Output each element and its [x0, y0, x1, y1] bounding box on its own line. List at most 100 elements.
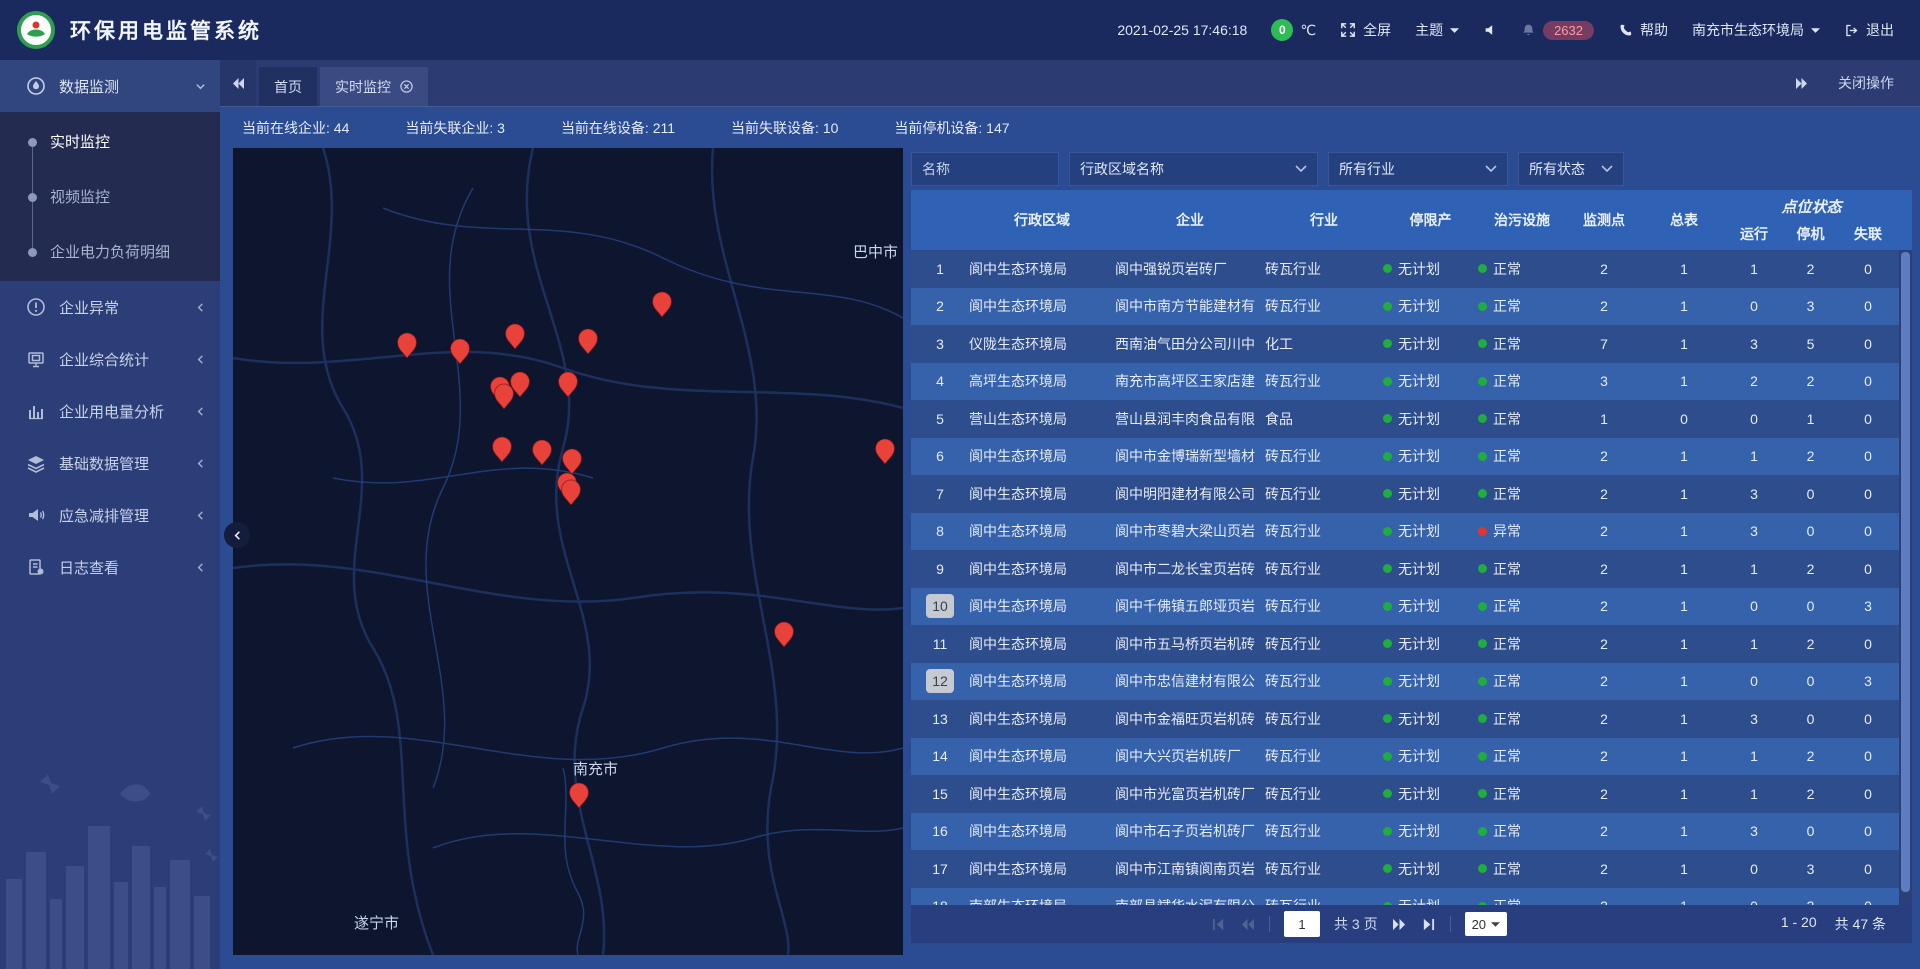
table-row[interactable]: 11阆中生态环境局阆中市五马桥页岩机砖砖瓦行业无计划正常21120 — [911, 625, 1912, 663]
table-row[interactable]: 15阆中生态环境局阆中市光富页岩机砖厂砖瓦行业无计划正常21120 — [911, 775, 1912, 813]
next-pages-button[interactable] — [1392, 918, 1407, 931]
map-city-label: 巴中市 — [853, 244, 898, 261]
cell-facility: 正常 — [1478, 371, 1566, 391]
tab-实时监控[interactable]: 实时监控 — [320, 67, 428, 106]
cell-region: 阆中生态环境局 — [969, 859, 1115, 879]
table-row[interactable]: 8阆中生态环境局阆中市枣碧大梁山页岩砖瓦行业无计划异常21300 — [911, 513, 1912, 551]
sidebar-subitem[interactable]: 视频监控 — [0, 169, 220, 224]
fullscreen-button[interactable]: 全屏 — [1340, 20, 1391, 40]
cell-meters: 1 — [1642, 823, 1726, 839]
sidebar-item-emergency-reduction[interactable]: 应急减排管理 — [0, 489, 220, 541]
cell-enterprise: 营山县润丰肉食品有限 — [1115, 409, 1265, 429]
table-row[interactable]: 16阆中生态环境局阆中市石子页岩机砖厂砖瓦行业无计划正常21300 — [911, 813, 1912, 851]
cell-enterprise: 阆中市金博瑞新型墙材 — [1115, 446, 1265, 466]
cell-points: 2 — [1566, 711, 1642, 727]
first-page-button[interactable] — [1211, 918, 1226, 931]
tab-首页[interactable]: 首页 — [259, 67, 317, 106]
status-text: 正常 — [1493, 559, 1521, 579]
sidebar-subitem[interactable]: 企业电力负荷明细 — [0, 224, 220, 279]
sidebar-item-basic-data[interactable]: 基础数据管理 — [0, 437, 220, 489]
status-text: 无计划 — [1398, 709, 1440, 729]
cell-facility: 正常 — [1478, 821, 1566, 841]
status-dot-red — [1478, 527, 1487, 536]
chevron-left-icon — [195, 406, 206, 417]
table-row[interactable]: 13阆中生态环境局阆中市金福旺页岩机砖砖瓦行业无计划正常21300 — [911, 700, 1912, 738]
status-dot-green — [1383, 377, 1392, 386]
cell-lost: 3 — [1839, 673, 1897, 689]
tabs-scroll-right-button[interactable] — [1795, 78, 1808, 89]
cell-facility: 正常 — [1478, 446, 1566, 466]
sidebar-subitem[interactable]: 实时监控 — [0, 114, 220, 169]
double-chevron-left-icon — [1240, 918, 1255, 931]
table-scrollbar[interactable] — [1899, 250, 1912, 905]
sidebar-item-power-analysis[interactable]: 企业用电量分析 — [0, 385, 220, 437]
cell-limit: 无计划 — [1383, 821, 1478, 841]
table-row[interactable]: 14阆中生态环境局阆中大兴页岩机砖厂砖瓦行业无计划正常21120 — [911, 738, 1912, 776]
map[interactable]: 巴中市南充市遂宁市 — [233, 148, 903, 955]
mute-button[interactable] — [1483, 23, 1497, 37]
cell-index: 4 — [911, 373, 969, 389]
org-menu[interactable]: 南充市生态环境局 — [1692, 20, 1820, 40]
scrollbar-thumb[interactable] — [1901, 252, 1910, 892]
cell-lost: 0 — [1839, 411, 1897, 427]
chevron-down-icon — [195, 81, 206, 92]
table-row[interactable]: 10阆中生态环境局阆中千佛镇五郎垭页岩砖瓦行业无计划正常21003 — [911, 588, 1912, 626]
cell-industry: 砖瓦行业 — [1265, 709, 1383, 729]
close-operations-button[interactable]: 关闭操作 — [1838, 73, 1894, 93]
cell-index: 12 — [911, 669, 969, 693]
sidebar-item-enterprise-statistics[interactable]: 企业综合统计 — [0, 333, 220, 385]
table-row[interactable]: 17阆中生态环境局阆中市江南镇阆南页岩砖瓦行业无计划正常21030 — [911, 850, 1912, 888]
table-row[interactable]: 12阆中生态环境局阆中市忠信建材有限公砖瓦行业无计划正常21003 — [911, 663, 1912, 701]
table-row[interactable]: 18南部生态环境局南部县斌华水泥有限公砖瓦行业无计划正常21030 — [911, 888, 1912, 906]
cell-industry: 砖瓦行业 — [1265, 259, 1383, 279]
prev-pages-button[interactable] — [1240, 918, 1255, 931]
help-button[interactable]: 帮助 — [1618, 20, 1668, 40]
table-row[interactable]: 7阆中生态环境局阆中明阳建材有限公司砖瓦行业无计划正常21300 — [911, 475, 1912, 513]
status-filter-select[interactable]: 所有状态 — [1518, 152, 1624, 186]
logout-button[interactable]: 退出 — [1844, 20, 1894, 40]
status-dot-green — [1383, 864, 1392, 873]
sidebar-item-label: 基础数据管理 — [59, 453, 149, 474]
cell-run: 1 — [1726, 261, 1782, 277]
sidebar-item-log-view[interactable]: 日志查看 — [0, 541, 220, 593]
cell-meters: 1 — [1642, 711, 1726, 727]
page-size-select[interactable]: 20 — [1465, 912, 1507, 936]
table-row[interactable]: 9阆中生态环境局阆中市二龙长宝页岩砖砖瓦行业无计划正常21120 — [911, 550, 1912, 588]
region-filter-select[interactable]: 行政区域名称 — [1069, 152, 1318, 186]
cell-lost: 0 — [1839, 711, 1897, 727]
industry-filter-select[interactable]: 所有行业 — [1328, 152, 1508, 186]
sidebar-item-label: 企业用电量分析 — [59, 401, 164, 422]
theme-menu[interactable]: 主题 — [1415, 20, 1459, 40]
table-row[interactable]: 4高坪生态环境局南充市高坪区王家店建砖瓦行业无计划正常31220 — [911, 363, 1912, 401]
sidebar-item-data-monitoring[interactable]: 数据监测 — [0, 60, 220, 112]
cell-enterprise: 南部县斌华水泥有限公 — [1115, 896, 1265, 905]
name-filter-input[interactable] — [911, 152, 1059, 186]
cell-limit: 无计划 — [1383, 334, 1478, 354]
table-row[interactable]: 3仪陇生态环境局西南油气田分公司川中化工无计划正常71350 — [911, 325, 1912, 363]
row-index-badge: 10 — [926, 594, 954, 618]
col-header-region: 行政区域 — [969, 190, 1115, 250]
cell-points: 2 — [1566, 561, 1642, 577]
table-row[interactable]: 6阆中生态环境局阆中市金博瑞新型墙材砖瓦行业无计划正常21120 — [911, 438, 1912, 476]
table-row[interactable]: 2阆中生态环境局阆中市南方节能建材有砖瓦行业无计划正常21030 — [911, 288, 1912, 326]
page-number-input[interactable] — [1284, 911, 1320, 937]
cell-meters: 0 — [1642, 411, 1726, 427]
cell-region: 阆中生态环境局 — [969, 484, 1115, 504]
status-text: 无计划 — [1398, 559, 1440, 579]
table-row[interactable]: 5营山生态环境局营山县润丰肉食品有限食品无计划正常10010 — [911, 400, 1912, 438]
status-text: 无计划 — [1398, 596, 1440, 616]
sidebar-subitem-label: 实时监控 — [50, 131, 110, 152]
tab-close-icon[interactable] — [400, 80, 413, 93]
col-header-meters: 总表 — [1642, 190, 1726, 250]
panel-collapse-button[interactable] — [224, 522, 250, 548]
sidebar-item-enterprise-abnormal[interactable]: 企业异常 — [0, 281, 220, 333]
last-page-button[interactable] — [1421, 918, 1436, 931]
status-text: 正常 — [1493, 784, 1521, 804]
cell-enterprise: 阆中市石子页岩机砖厂 — [1115, 821, 1265, 841]
cell-limit: 无计划 — [1383, 859, 1478, 879]
table-row[interactable]: 1阆中生态环境局阆中强锐页岩砖厂砖瓦行业无计划正常21120 — [911, 250, 1912, 288]
notifications-button[interactable]: 2632 — [1521, 21, 1594, 40]
status-text: 无计划 — [1398, 296, 1440, 316]
phone-icon — [1618, 23, 1633, 38]
tabs-scroll-left-button[interactable] — [220, 60, 256, 106]
